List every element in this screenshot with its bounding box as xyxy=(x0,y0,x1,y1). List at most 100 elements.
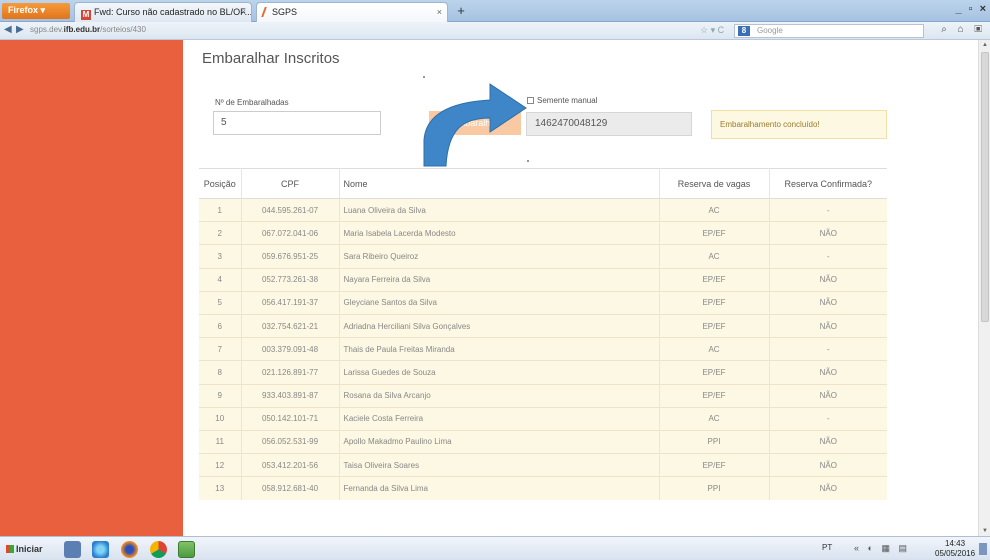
cell-cpf: 933.403.891-87 xyxy=(241,383,340,408)
col-header-cpf[interactable]: CPF xyxy=(241,168,340,199)
system-clock[interactable]: 14:43 05/05/2016 xyxy=(935,539,975,559)
tab-email[interactable]: M Fwd: Curso não cadastrado no BL/OF... × xyxy=(74,2,252,22)
cell-reservation: EP/EF xyxy=(659,360,770,384)
cell-cpf: 003.379.091-48 xyxy=(241,337,340,361)
system-tray-icons[interactable]: « ◐ ▦ ▤ xyxy=(854,543,910,554)
window-controls[interactable]: _ ▫ × xyxy=(955,3,988,15)
cell-reservation: PPI xyxy=(659,476,770,500)
firefox-menu-button[interactable]: Firefox ▾ xyxy=(2,3,70,19)
table-row[interactable]: 2 067.072.041-06 Maria Isabela Lacerda Mod… xyxy=(199,221,887,245)
cell-position: 6 xyxy=(199,313,242,338)
cell-cpf: 067.072.041-06 xyxy=(241,221,340,245)
sgps-favicon-icon xyxy=(261,7,271,17)
tab-sgps[interactable]: SGPS × xyxy=(256,2,448,22)
cell-confirmed: NÃO xyxy=(769,476,887,500)
internet-explorer-icon[interactable] xyxy=(92,541,109,558)
table-row[interactable]: 8 021.126.891-77 Larissa Guedes de Souza EP… xyxy=(199,360,887,384)
cell-confirmed: - xyxy=(769,406,887,431)
show-desktop-button[interactable] xyxy=(979,543,987,555)
cell-reservation: EP/EF xyxy=(659,313,770,338)
language-indicator[interactable]: PT xyxy=(822,543,832,552)
table-row[interactable]: 6 032.754.621-21 Adriadna Herciliani Silva… xyxy=(199,313,887,338)
cell-name: Maria Isabela Lacerda Modesto xyxy=(339,221,660,245)
close-tab-icon[interactable]: × xyxy=(241,7,246,17)
cell-reservation: EP/EF xyxy=(659,290,770,315)
cell-cpf: 050.142.101-71 xyxy=(241,406,340,431)
tab-label: SGPS xyxy=(272,7,298,17)
table-row[interactable]: 1 044.595.261-07 Luana Oliveira da Silva AC… xyxy=(199,197,887,222)
cell-confirmed: - xyxy=(769,244,887,269)
scrollbar-thumb[interactable] xyxy=(981,52,989,322)
table-row[interactable]: 11 056.052.531-99 Apollo Makadmo Paulino L… xyxy=(199,429,887,454)
cell-cpf: 044.595.261-07 xyxy=(241,197,340,222)
col-header-reservation[interactable]: Reserva de vagas xyxy=(659,168,770,199)
cell-confirmed: NÃO xyxy=(769,360,887,384)
scroll-up-icon[interactable]: ▲ xyxy=(981,41,989,49)
search-input[interactable]: 8 Google xyxy=(734,24,924,38)
table-row[interactable]: 9 933.403.891-87 Rosana da Silva Arcanjo EP… xyxy=(199,383,887,408)
col-header-position[interactable]: Posição xyxy=(199,168,242,199)
browser-titlebar: Firefox ▾ M Fwd: Curso não cadastrado no … xyxy=(0,0,990,22)
cell-cpf: 059.676.951-25 xyxy=(241,244,340,269)
table-row[interactable]: 13 058.912.681-40 Fernanda da Silva Lima PP… xyxy=(199,476,887,500)
cell-cpf: 021.126.891-77 xyxy=(241,360,340,384)
close-tab-icon[interactable]: × xyxy=(437,7,442,17)
media-player-icon[interactable] xyxy=(64,541,81,558)
cell-confirmed: NÃO xyxy=(769,290,887,315)
start-button[interactable]: Iniciar xyxy=(4,541,46,557)
table-row[interactable]: 4 052.773.261-38 Nayara Ferreira da Silva E… xyxy=(199,267,887,292)
num-shuffles-label: Nº de Embaralhadas xyxy=(215,98,289,107)
cell-reservation: EP/EF xyxy=(659,221,770,245)
cell-reservation: EP/EF xyxy=(659,383,770,408)
page-scrollbar[interactable]: ▲ ▼ xyxy=(978,40,990,536)
cell-name: Sara Ribeiro Queiroz xyxy=(339,244,660,269)
back-arrow-icon[interactable]: ◀ xyxy=(4,24,12,35)
cell-position: 13 xyxy=(199,476,242,500)
checkbox-icon[interactable] xyxy=(527,97,534,104)
cell-reservation: AC xyxy=(659,244,770,269)
col-header-name[interactable]: Nome xyxy=(339,168,660,199)
cell-confirmed: - xyxy=(769,337,887,361)
cell-position: 7 xyxy=(199,337,242,361)
success-alert: Embaralhamento concluído! xyxy=(711,110,887,139)
table-row[interactable]: 3 059.676.951-25 Sara Ribeiro Queiroz AC - xyxy=(199,244,887,269)
cell-confirmed: NÃO xyxy=(769,267,887,292)
gmail-icon: M xyxy=(81,10,91,20)
table-row[interactable]: 12 053.412.201-56 Taisa Oliveira Soares EP/… xyxy=(199,453,887,477)
firefox-icon[interactable] xyxy=(121,541,138,558)
seed-field[interactable]: 1462470048129 xyxy=(526,112,692,136)
new-tab-button[interactable]: + xyxy=(452,4,470,20)
toolbar-icons[interactable]: ⌕ ⌂ ▣ xyxy=(941,24,986,35)
sidebar xyxy=(0,40,183,536)
file-explorer-icon[interactable] xyxy=(178,541,195,558)
scroll-down-icon[interactable]: ▼ xyxy=(981,527,989,535)
cell-name: Apollo Makadmo Paulino Lima xyxy=(339,429,660,454)
cell-confirmed: NÃO xyxy=(769,429,887,454)
bookmark-star-icon[interactable]: ☆ ▾ C xyxy=(700,25,724,36)
cell-cpf: 056.052.531-99 xyxy=(241,429,340,454)
cell-confirmed: NÃO xyxy=(769,313,887,338)
address-bar[interactable]: sgps.dev.ifb.edu.br/sorteios/430 xyxy=(30,25,146,34)
taskbar: Iniciar PT « ◐ ▦ ▤ 14:43 05/05/2016 xyxy=(0,536,990,560)
cell-reservation: EP/EF xyxy=(659,453,770,477)
num-shuffles-input[interactable]: 5 xyxy=(213,111,381,135)
cell-position: 10 xyxy=(199,406,242,431)
table-row[interactable]: 7 003.379.091-48 Thais de Paula Freitas Mi… xyxy=(199,337,887,361)
table-header-row: Posição CPF Nome Reserva de vagas Reserv… xyxy=(199,168,887,199)
cell-name: Larissa Guedes de Souza xyxy=(339,360,660,384)
cell-reservation: AC xyxy=(659,337,770,361)
cell-cpf: 052.773.261-38 xyxy=(241,267,340,292)
cell-confirmed: NÃO xyxy=(769,383,887,408)
forward-arrow-icon[interactable]: ▶ xyxy=(16,24,24,35)
cell-cpf: 053.412.201-56 xyxy=(241,453,340,477)
chrome-icon[interactable] xyxy=(150,541,167,558)
manual-seed-checkbox[interactable]: Semente manual xyxy=(527,96,597,105)
cell-cpf: 058.912.681-40 xyxy=(241,476,340,500)
cell-position: 8 xyxy=(199,360,242,384)
table-row[interactable]: 10 050.142.101-71 Kaciele Costa Ferreira AC… xyxy=(199,406,887,431)
cell-name: Adriadna Herciliani Silva Gonçalves xyxy=(339,313,660,338)
col-header-confirmed[interactable]: Reserva Confirmada? xyxy=(769,168,887,199)
tab-label: Fwd: Curso não cadastrado no BL/OF... xyxy=(94,7,252,17)
table-row[interactable]: 5 056.417.191-37 Gleyciane Santos da Silva… xyxy=(199,290,887,315)
page-title: Embaralhar Inscritos xyxy=(202,50,340,67)
